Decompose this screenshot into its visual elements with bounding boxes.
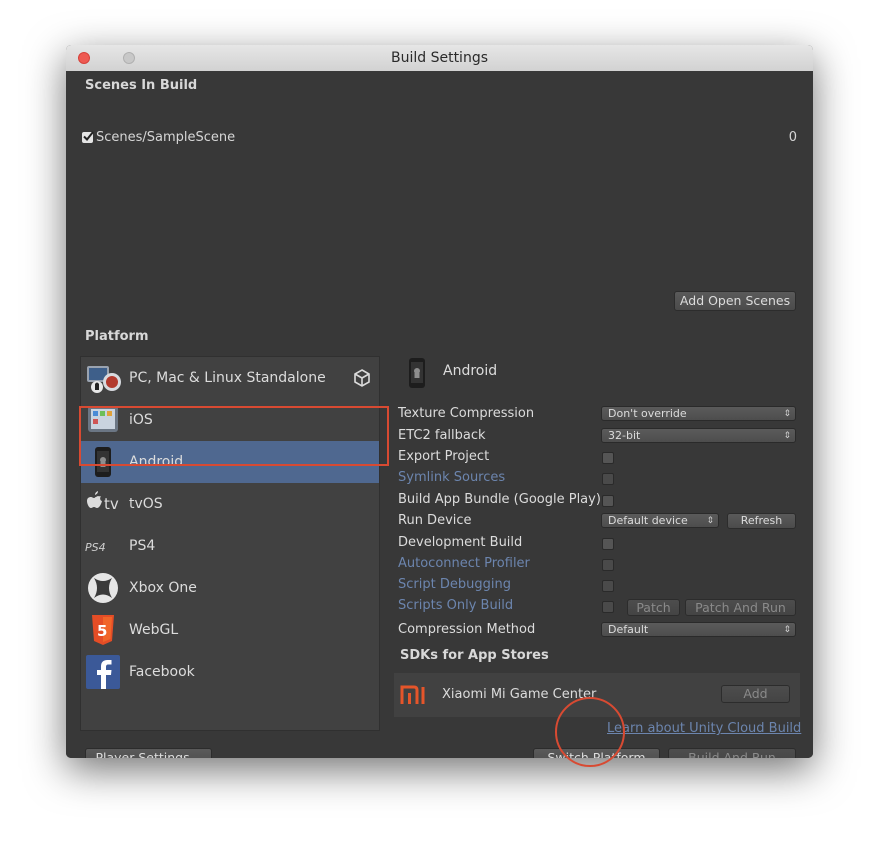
platform-label: WebGL	[129, 622, 179, 638]
platform-label: PS4	[129, 538, 156, 554]
platform-label: Facebook	[129, 664, 195, 680]
export-project-label: Export Project	[398, 449, 490, 464]
dropdown-arrow-icon: ⇕	[706, 516, 714, 526]
facebook-icon	[86, 655, 120, 689]
svg-text:PS4: PS4	[85, 541, 106, 554]
tvos-icon: tv	[87, 491, 119, 513]
platform-item-tvos[interactable]: tv tvOS	[81, 483, 379, 525]
platform-label: Xbox One	[129, 580, 197, 596]
sdks-header: SDKs for App Stores	[400, 648, 549, 663]
scene-checkbox[interactable]	[82, 131, 94, 143]
script-debugging-checkbox[interactable]	[602, 580, 614, 592]
build-and-run-button[interactable]: Build And Run	[668, 748, 796, 758]
xiaomi-logo-icon	[400, 684, 432, 706]
scene-index: 0	[788, 130, 797, 145]
pc-mac-linux-icon	[87, 366, 121, 393]
scripts-only-build-checkbox[interactable]	[602, 601, 614, 613]
platform-header: Platform	[85, 329, 149, 344]
scenes-in-build-header: Scenes In Build	[85, 78, 198, 93]
selected-platform-header: Android	[400, 355, 790, 391]
dropdown-value: 32-bit	[608, 429, 641, 442]
platform-label: PC, Mac & Linux Standalone	[129, 370, 326, 386]
android-icon	[409, 358, 425, 388]
player-settings-button[interactable]: Player Settings...	[85, 748, 212, 758]
patch-button[interactable]: Patch	[627, 599, 680, 616]
selected-platform-title: Android	[443, 363, 498, 379]
symlink-sources-label: Symlink Sources	[398, 470, 506, 485]
svg-text:5: 5	[97, 622, 107, 640]
development-build-label: Development Build	[398, 535, 523, 550]
cloud-build-link[interactable]: Learn about Unity Cloud Build	[607, 721, 801, 736]
platform-label: tvOS	[129, 496, 163, 512]
platform-item-ps4[interactable]: PS4 PS4	[81, 525, 379, 567]
add-sdk-button[interactable]: Add	[721, 685, 790, 703]
dropdown-arrow-icon: ⇕	[783, 431, 791, 441]
development-build-checkbox[interactable]	[602, 538, 614, 550]
export-project-checkbox[interactable]	[602, 452, 614, 464]
script-debugging-label: Script Debugging	[398, 577, 511, 592]
add-open-scenes-button[interactable]: Add Open Scenes	[674, 291, 796, 311]
platform-item-webgl[interactable]: 5 WebGL	[81, 609, 379, 651]
build-app-bundle-label: Build App Bundle (Google Play)	[398, 492, 601, 507]
texture-compression-label: Texture Compression	[398, 406, 535, 421]
platform-item-xbox[interactable]: Xbox One	[81, 567, 379, 609]
build-settings-window: Build Settings Scenes In Build Scenes/Sa…	[66, 45, 813, 758]
html5-icon: 5	[92, 615, 114, 645]
window-title: Build Settings	[390, 50, 488, 66]
sdk-name: Xiaomi Mi Game Center	[442, 687, 597, 702]
etc2-fallback-label: ETC2 fallback	[398, 428, 486, 443]
etc2-fallback-dropdown[interactable]: 32-bit ⇕	[601, 428, 796, 443]
build-app-bundle-checkbox[interactable]	[602, 495, 614, 507]
autoconnect-profiler-checkbox[interactable]	[602, 559, 614, 571]
ps4-icon: PS4	[85, 541, 106, 554]
android-highlight-annotation	[79, 406, 389, 466]
patch-and-run-button[interactable]: Patch And Run	[685, 599, 796, 616]
platform-item-facebook[interactable]: Facebook	[81, 651, 379, 693]
compression-method-dropdown[interactable]: Default ⇕	[601, 622, 796, 637]
title-bar: Build Settings	[66, 45, 813, 72]
scene-name: Scenes/SampleScene	[96, 130, 236, 145]
run-device-dropdown[interactable]: Default device ⇕	[601, 513, 719, 528]
scripts-only-build-label: Scripts Only Build	[398, 598, 514, 613]
dropdown-value: Default	[608, 623, 649, 636]
dropdown-value: Don't override	[608, 407, 687, 420]
dropdown-arrow-icon: ⇕	[783, 409, 791, 419]
dropdown-arrow-icon: ⇕	[783, 625, 791, 635]
refresh-button[interactable]: Refresh	[727, 513, 796, 529]
xbox-icon	[88, 573, 118, 603]
symlink-sources-checkbox[interactable]	[602, 473, 614, 485]
svg-text:tv: tv	[104, 495, 119, 513]
dropdown-value: Default device	[608, 514, 688, 527]
platform-item-standalone[interactable]: PC, Mac & Linux Standalone	[81, 357, 379, 399]
unity-logo-icon	[354, 369, 370, 387]
texture-compression-dropdown[interactable]: Don't override ⇕	[601, 406, 796, 421]
run-device-label: Run Device	[398, 513, 472, 528]
compression-method-label: Compression Method	[398, 622, 536, 637]
autoconnect-profiler-label: Autoconnect Profiler	[398, 556, 530, 571]
scene-list-item[interactable]: Scenes/SampleScene	[82, 130, 235, 145]
switch-platform-highlight-annotation	[555, 697, 625, 767]
